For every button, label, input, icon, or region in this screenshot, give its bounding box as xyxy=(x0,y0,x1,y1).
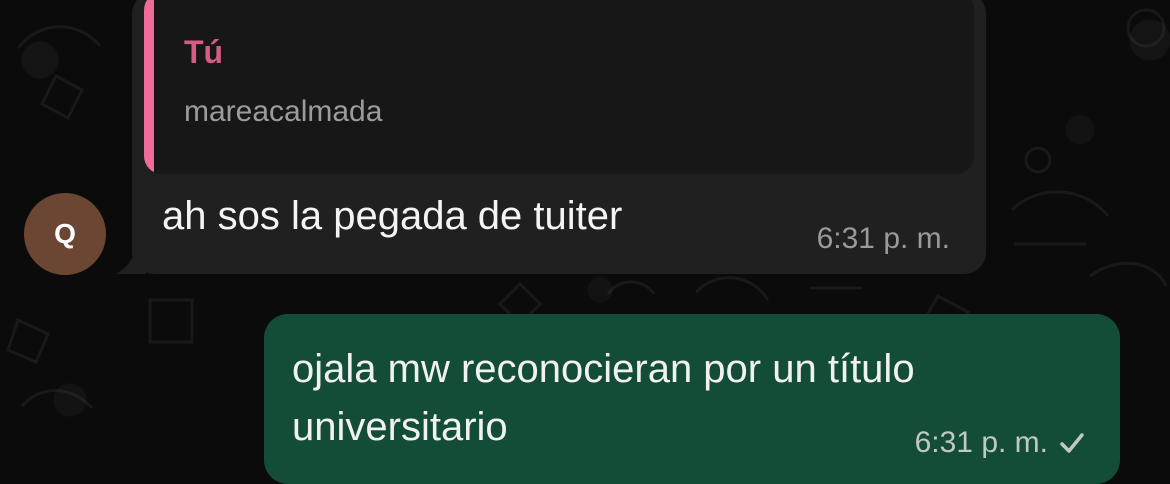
incoming-message-bubble[interactable]: Tú mareacalmada ah sos la pegada de tuit… xyxy=(132,0,986,274)
outgoing-message-meta: 6:31 p. m. xyxy=(915,426,1086,460)
quoted-text: mareacalmada xyxy=(184,95,383,128)
incoming-message-text: ah sos la pegada de tuiter xyxy=(162,194,623,238)
avatar[interactable]: Q xyxy=(24,193,106,275)
quoted-message[interactable]: Tú mareacalmada xyxy=(144,0,974,174)
quoted-author: Tú xyxy=(184,34,224,70)
incoming-message-time: 6:31 p. m. xyxy=(816,222,950,255)
outgoing-message-bubble[interactable]: ojala mw reconocieran por un título univ… xyxy=(264,314,1120,484)
avatar-initial: Q xyxy=(54,218,76,249)
outgoing-message-time: 6:31 p. m. xyxy=(914,426,1048,459)
quote-accent-bar xyxy=(144,0,154,174)
checkmark-icon xyxy=(1058,429,1086,457)
